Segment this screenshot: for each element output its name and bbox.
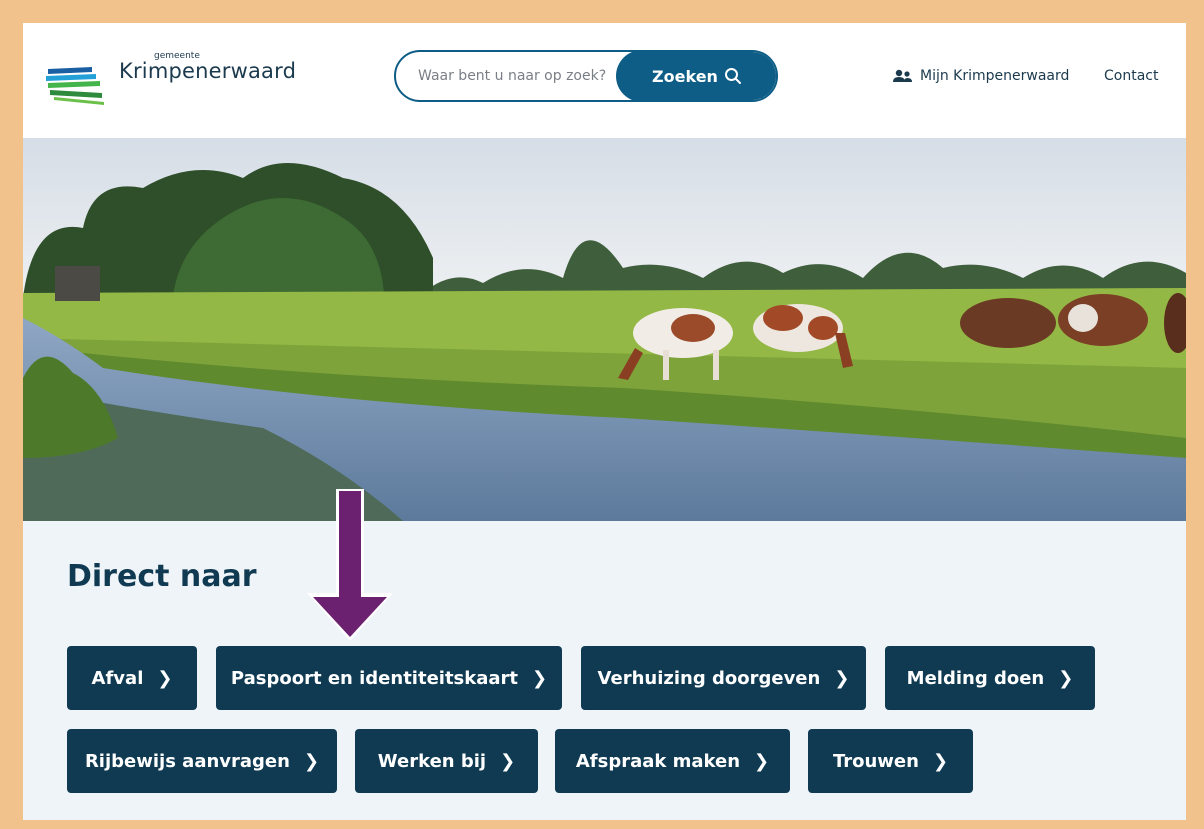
users-icon bbox=[893, 69, 912, 82]
nav-mijn-label: Mijn Krimpenerwaard bbox=[920, 68, 1070, 84]
annotation-arrow-icon bbox=[307, 489, 393, 641]
quick-link-label: Melding doen bbox=[906, 667, 1045, 689]
quick-link-rijbewijs[interactable]: Rijbewijs aanvragen ❯ bbox=[67, 729, 337, 793]
quick-link-paspoort[interactable]: Paspoort en identiteitskaart ❯ bbox=[216, 646, 562, 710]
quick-link-afval[interactable]: Afval ❯ bbox=[67, 646, 197, 710]
search-button[interactable]: Zoeken bbox=[616, 52, 776, 100]
chevron-right-icon: ❯ bbox=[157, 667, 173, 689]
search-input[interactable]: Waar bent u naar op zoek? bbox=[418, 68, 606, 84]
browser-frame: gemeente Krimpenerwaard Waar bent u naar… bbox=[23, 23, 1186, 820]
search-box: Waar bent u naar op zoek? Zoeken bbox=[394, 50, 778, 102]
quick-link-label: Rijbewijs aanvragen bbox=[84, 750, 290, 772]
site-header: gemeente Krimpenerwaard Waar bent u naar… bbox=[23, 23, 1186, 138]
logo-stripes-icon bbox=[46, 67, 104, 105]
quick-link-trouwen[interactable]: Trouwen ❯ bbox=[808, 729, 973, 793]
chevron-right-icon: ❯ bbox=[754, 750, 770, 772]
direct-title: Direct naar bbox=[67, 559, 257, 594]
chevron-right-icon: ❯ bbox=[500, 750, 516, 772]
nav-mijn-krimpenerwaard[interactable]: Mijn Krimpenerwaard bbox=[893, 68, 1069, 84]
quick-link-label: Afval bbox=[91, 667, 144, 689]
search-icon bbox=[724, 68, 741, 84]
quick-link-afspraak[interactable]: Afspraak maken ❯ bbox=[555, 729, 790, 793]
quick-link-melding[interactable]: Melding doen ❯ bbox=[885, 646, 1095, 710]
quick-link-label: Trouwen bbox=[832, 750, 919, 772]
site-logo[interactable]: gemeente Krimpenerwaard bbox=[46, 51, 296, 111]
chevron-right-icon: ❯ bbox=[834, 667, 850, 689]
quick-link-label: Verhuizing doorgeven bbox=[597, 667, 821, 689]
nav-contact[interactable]: Contact bbox=[1104, 68, 1158, 84]
chevron-right-icon: ❯ bbox=[1058, 667, 1074, 689]
quick-link-label: Afspraak maken bbox=[575, 750, 741, 772]
quick-link-label: Werken bij bbox=[377, 750, 487, 772]
chevron-right-icon: ❯ bbox=[532, 667, 548, 689]
hero-image bbox=[23, 138, 1186, 521]
search-button-label: Zoeken bbox=[652, 66, 718, 86]
quick-link-werken-bij[interactable]: Werken bij ❯ bbox=[355, 729, 538, 793]
quick-link-verhuizing[interactable]: Verhuizing doorgeven ❯ bbox=[581, 646, 866, 710]
chevron-right-icon: ❯ bbox=[303, 750, 320, 772]
logo-title: Krimpenerwaard bbox=[119, 59, 297, 83]
chevron-right-icon: ❯ bbox=[932, 750, 949, 772]
quick-link-label: Paspoort en identiteitskaart bbox=[230, 667, 519, 689]
